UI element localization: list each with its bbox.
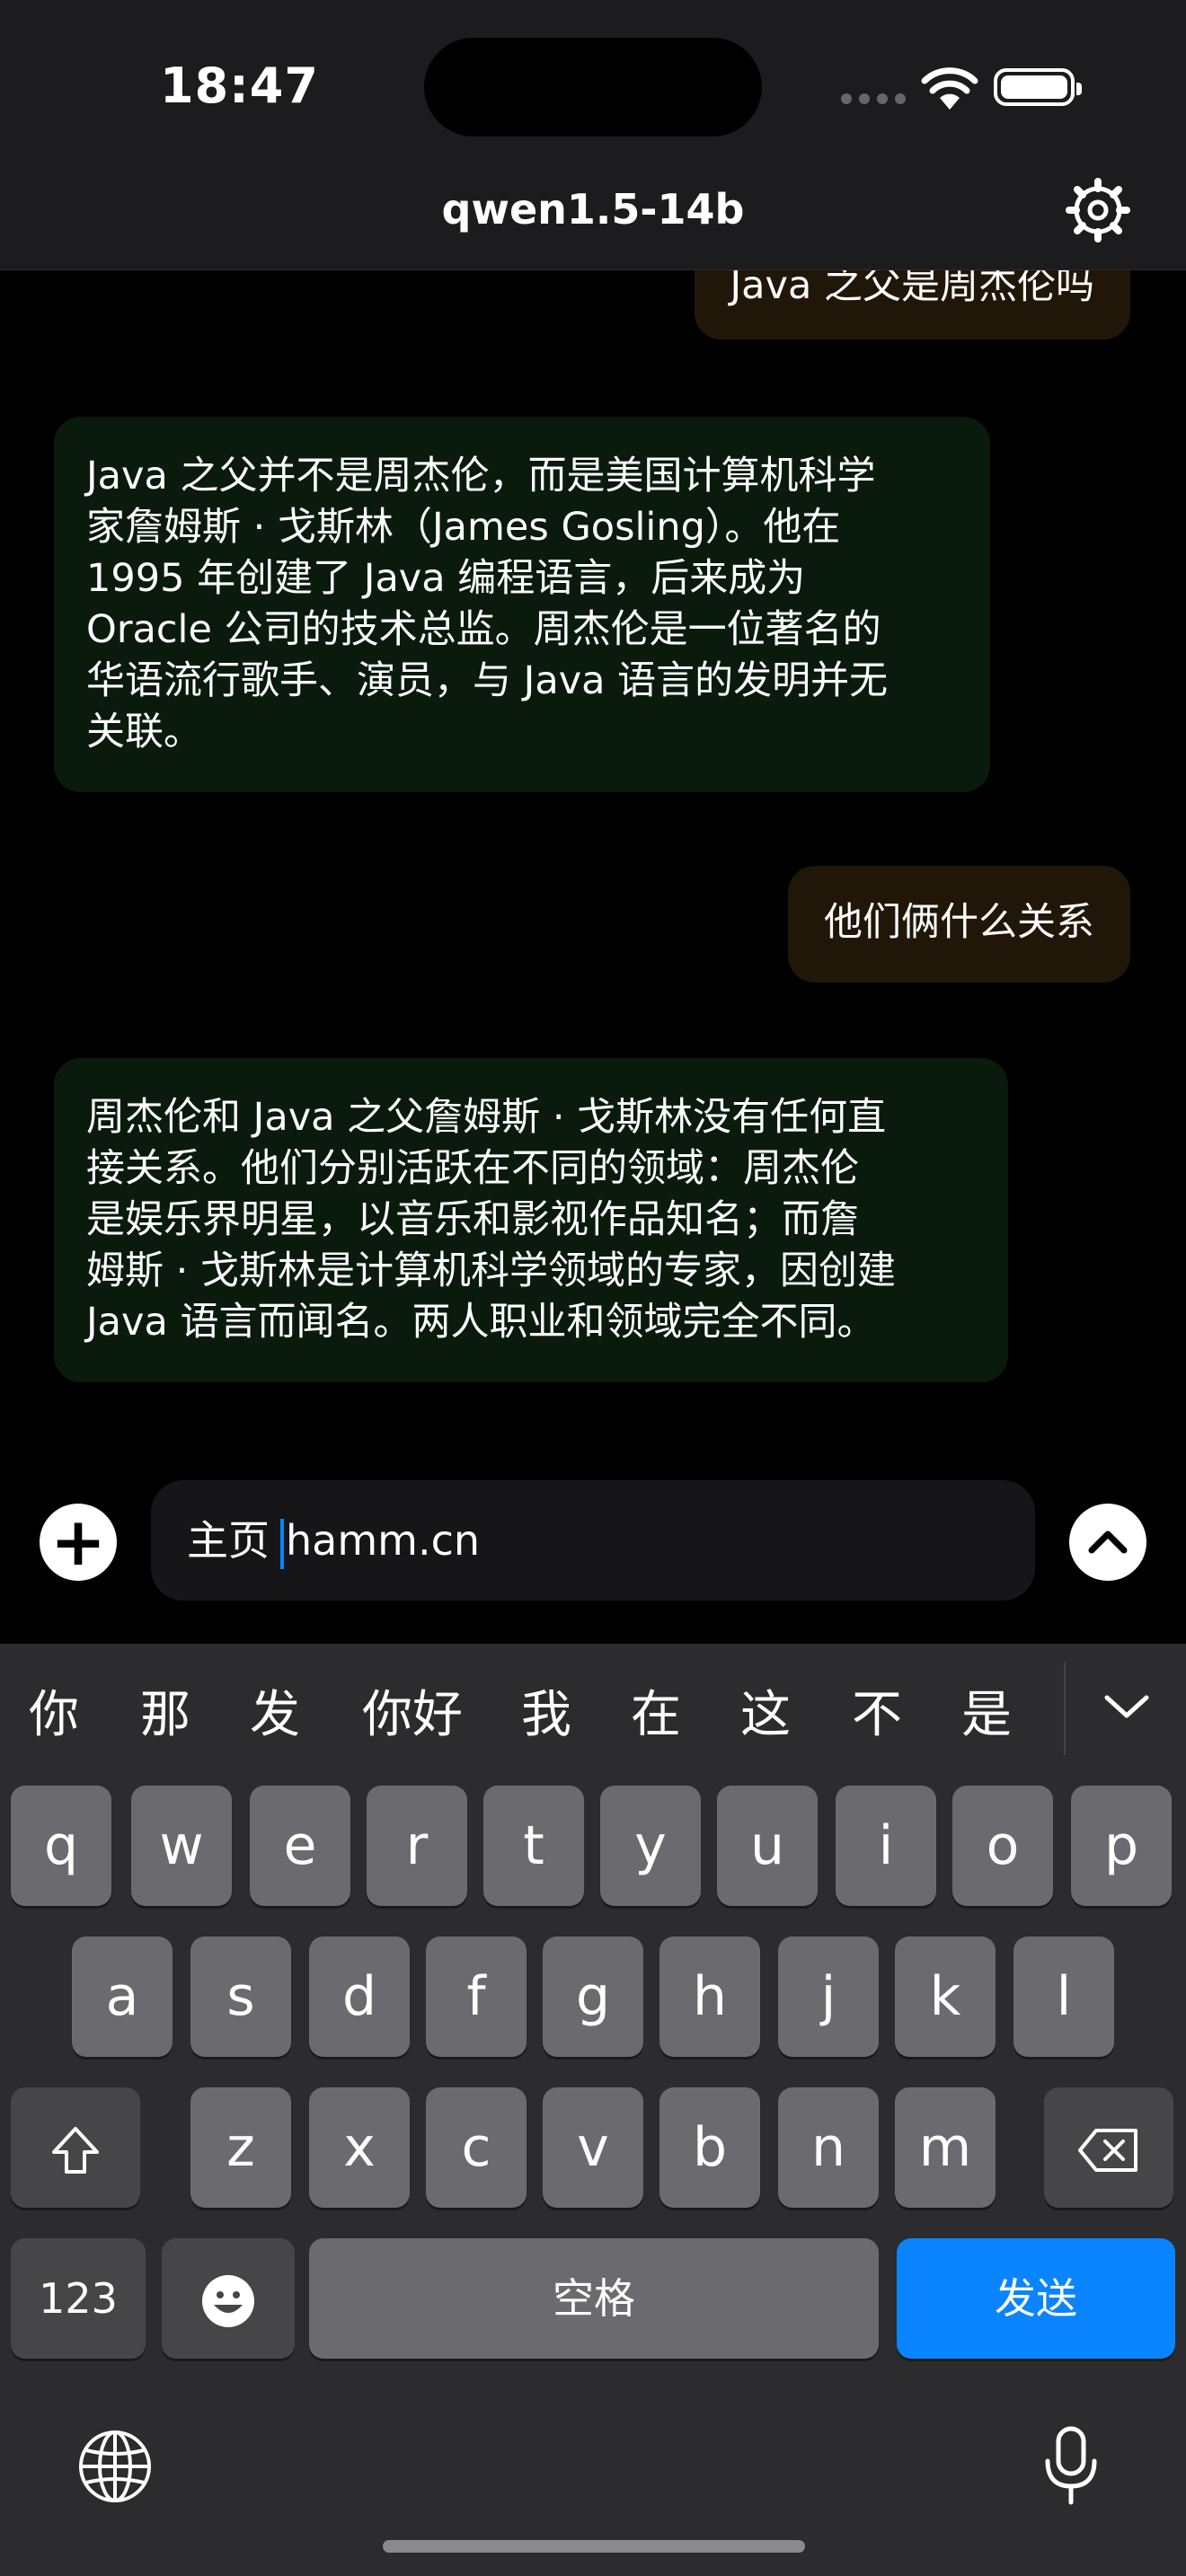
delete-key[interactable] — [1044, 2087, 1173, 2208]
message-line: 是娱乐界明星，以音乐和影视作品知名；而詹 — [86, 1197, 859, 1242]
key-o[interactable]: o — [952, 1786, 1053, 1906]
key-d[interactable]: d — [309, 1936, 410, 2057]
user-message: Java 之父是周杰伦吗 — [694, 269, 1130, 340]
microphone-icon[interactable] — [1042, 2425, 1100, 2508]
chat-area[interactable]: Java 之父是周杰伦吗 Java 之父并不是周杰伦，而是美国计算机科学 家詹姆… — [0, 269, 1186, 1464]
message-line: 接关系。他们分别活跃在不同的领域：周杰伦 — [86, 1146, 859, 1191]
candidate-word[interactable]: 你好 — [358, 1662, 467, 1769]
user-message-text: Java 之父是周杰伦吗 — [730, 269, 1095, 308]
wifi-icon — [921, 67, 978, 110]
key-s[interactable]: s — [190, 1936, 291, 2057]
candidate-word[interactable]: 在 — [620, 1662, 692, 1769]
key-n[interactable]: n — [778, 2087, 879, 2208]
candidate-word[interactable]: 发 — [239, 1662, 311, 1769]
candidate-word[interactable]: 你 — [18, 1662, 90, 1769]
key-j[interactable]: j — [778, 1936, 879, 2057]
key-v[interactable]: v — [543, 2087, 643, 2208]
message-input[interactable]: 主页 hamm.cn — [151, 1480, 1035, 1601]
key-m[interactable]: m — [895, 2087, 996, 2208]
chevron-down-icon[interactable] — [1098, 1678, 1155, 1735]
cellular-signal-icon — [841, 93, 906, 104]
candidate-bar: 你 那 发 你好 我 在 这 不 是 — [0, 1662, 1186, 1769]
send-button[interactable] — [1069, 1504, 1146, 1581]
candidate-word[interactable]: 我 — [510, 1662, 582, 1769]
key-h[interactable]: h — [659, 1936, 760, 2057]
emoji-icon — [202, 2275, 254, 2328]
message-line: 姆斯 · 戈斯林是计算机科学领域的专家，因创建 — [86, 1248, 897, 1293]
message-line: 家詹姆斯 · 戈斯林（James Gosling）。他在 — [86, 505, 841, 550]
key-u[interactable]: u — [717, 1786, 818, 1906]
key-k[interactable]: k — [895, 1936, 996, 2057]
key-t[interactable]: t — [483, 1786, 584, 1906]
key-a[interactable]: a — [72, 1936, 173, 2057]
key-g[interactable]: g — [543, 1936, 643, 2057]
send-key[interactable]: 发送 — [897, 2238, 1175, 2359]
text-caret — [280, 1518, 284, 1569]
candidate-divider — [1064, 1662, 1066, 1755]
key-p[interactable]: p — [1071, 1786, 1172, 1906]
candidate-word[interactable]: 是 — [951, 1662, 1022, 1769]
numbers-key[interactable]: 123 — [11, 2238, 146, 2359]
dynamic-island — [424, 38, 762, 137]
shift-icon — [52, 2127, 99, 2175]
message-line: Java 语言而闻名。两人职业和领域完全不同。 — [86, 1300, 876, 1345]
add-button[interactable]: + — [40, 1504, 117, 1581]
key-c[interactable]: c — [426, 2087, 527, 2208]
globe-icon[interactable] — [77, 2429, 153, 2504]
key-l[interactable]: l — [1013, 1936, 1114, 2057]
key-x[interactable]: x — [309, 2087, 410, 2208]
battery-icon — [994, 68, 1082, 106]
message-line: 关联。 — [86, 710, 202, 754]
candidate-word[interactable]: 这 — [730, 1662, 801, 1769]
home-indicator — [383, 2540, 805, 2553]
input-text-before: 主页 — [187, 1516, 270, 1565]
key-b[interactable]: b — [659, 2087, 760, 2208]
user-message-text: 他们俩什么关系 — [824, 900, 1094, 945]
assistant-message: Java 之父并不是周杰伦，而是美国计算机科学 家詹姆斯 · 戈斯林（James… — [54, 417, 990, 792]
message-line: Java 之父并不是周杰伦，而是美国计算机科学 — [86, 454, 876, 498]
message-line: Oracle 公司的技术总监。周杰伦是一位著名的 — [86, 607, 881, 652]
key-i[interactable]: i — [836, 1786, 936, 1906]
emoji-key[interactable] — [162, 2238, 295, 2359]
candidate-word[interactable]: 不 — [841, 1662, 913, 1769]
assistant-message: 周杰伦和 Java 之父詹姆斯 · 戈斯林没有任何直 接关系。他们分别活跃在不同… — [54, 1058, 1008, 1382]
chevron-up-icon — [1088, 1531, 1128, 1554]
key-f[interactable]: f — [426, 1936, 527, 2057]
backspace-icon — [1078, 2129, 1137, 2173]
key-w[interactable]: w — [131, 1786, 232, 1906]
key-r[interactable]: r — [367, 1786, 467, 1906]
shift-key[interactable] — [11, 2087, 140, 2208]
message-line: 1995 年创建了 Java 编程语言，后来成为 — [86, 556, 806, 601]
top-bar: 18:47 qwen1.5-14b — [0, 0, 1186, 270]
key-e[interactable]: e — [250, 1786, 350, 1906]
candidate-word[interactable]: 那 — [129, 1662, 201, 1769]
key-z[interactable]: z — [190, 2087, 291, 2208]
input-text-after: hamm.cn — [286, 1516, 481, 1565]
message-line: 华语流行歌手、演员，与 Java 语言的发明并无 — [86, 658, 889, 703]
user-message: 他们俩什么关系 — [788, 866, 1130, 983]
status-time: 18:47 — [160, 57, 319, 114]
space-key[interactable]: 空格 — [309, 2238, 879, 2359]
key-q[interactable]: q — [11, 1786, 111, 1906]
key-y[interactable]: y — [600, 1786, 701, 1906]
message-line: 周杰伦和 Java 之父詹姆斯 · 戈斯林没有任何直 — [86, 1095, 887, 1140]
model-title: qwen1.5-14b — [441, 185, 745, 234]
gear-icon[interactable] — [1066, 178, 1130, 243]
